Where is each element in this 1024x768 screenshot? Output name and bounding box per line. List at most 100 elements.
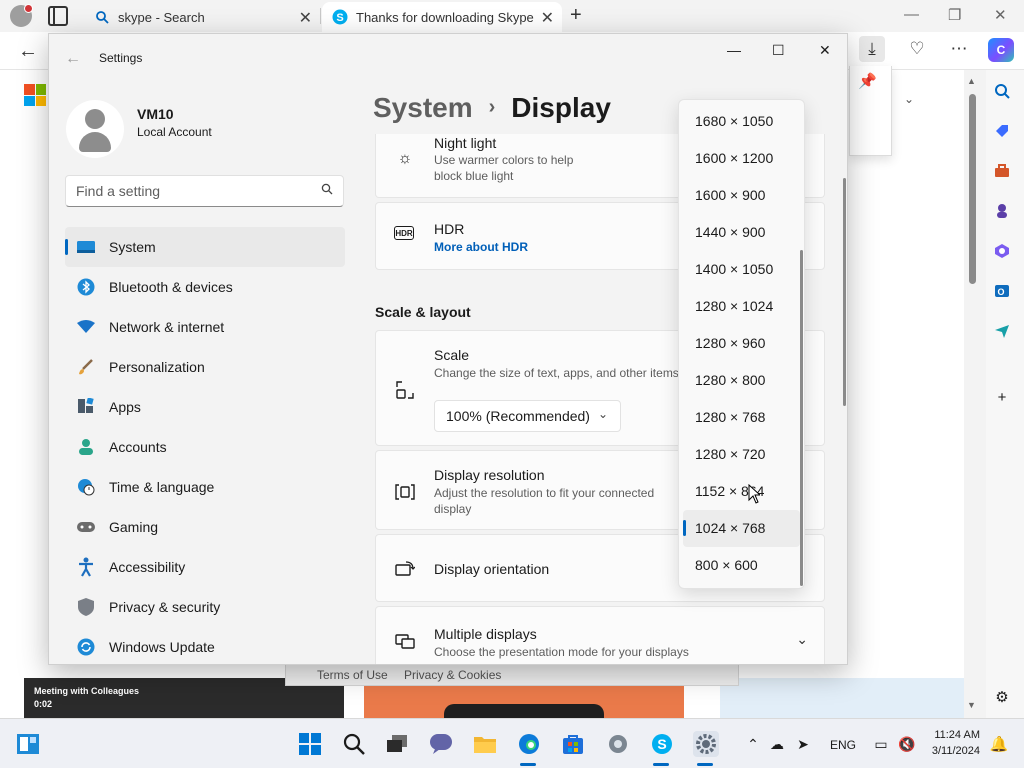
terms-link[interactable]: Terms of Use (317, 668, 388, 682)
chevron-down-icon[interactable]: ⌄ (796, 631, 808, 648)
performance-icon[interactable]: ♡ (904, 36, 930, 62)
resolution-option[interactable]: 1280 × 800 (679, 362, 804, 399)
scale-title: Scale (434, 347, 470, 363)
more-about-hdr-link[interactable]: More about HDR (434, 240, 528, 254)
new-tab-icon[interactable]: + (570, 4, 582, 27)
close-tab-icon[interactable]: ✕ (541, 8, 554, 28)
sidebar-item-gaming[interactable]: Gaming (65, 507, 345, 547)
apps-icon (75, 396, 97, 418)
back-arrow-icon[interactable]: ← (18, 40, 38, 63)
tab-thanks-skype[interactable]: S Thanks for downloading Skype ✕ (322, 2, 562, 32)
edge-icon[interactable] (516, 731, 542, 757)
multiple-displays-icon (394, 631, 416, 653)
more-options-icon[interactable]: ⋯ (946, 36, 972, 62)
network-off-icon[interactable]: ☁ (764, 731, 790, 757)
back-arrow-icon[interactable]: ← (65, 50, 81, 68)
display-icon[interactable]: ▭ (868, 731, 894, 757)
chevron-down-icon[interactable]: ⌄ (904, 92, 914, 106)
resolution-option[interactable]: 1400 × 1050 (679, 251, 804, 288)
office-icon[interactable] (991, 240, 1013, 262)
multiple-displays-card[interactable]: Multiple displays Choose the presentatio… (375, 606, 825, 664)
restore-icon[interactable]: ❐ (948, 6, 961, 24)
maximize-icon[interactable]: ☐ (772, 42, 785, 59)
breadcrumb-separator: › (488, 96, 496, 118)
minimize-icon[interactable]: — (904, 6, 919, 23)
profile-avatar-icon[interactable] (10, 4, 33, 27)
running-indicator (653, 763, 669, 766)
night-light-title: Night light (434, 135, 497, 151)
close-tab-icon[interactable]: ✕ (299, 8, 312, 28)
tab-skype-search[interactable]: skype - Search ✕ (84, 2, 320, 32)
sidebar-item-privacy[interactable]: Privacy & security (65, 587, 345, 627)
resolution-option[interactable]: 1152 × 864 (679, 473, 804, 510)
skype-taskbar-icon[interactable]: S (649, 731, 675, 757)
store-icon[interactable] (560, 731, 586, 757)
sidebar-item-label: Apps (109, 399, 141, 415)
scale-icon (394, 379, 416, 401)
scroll-up-icon[interactable]: ▲ (967, 76, 976, 86)
sidebar-item-apps[interactable]: Apps (65, 387, 345, 427)
outlook-icon[interactable]: O (991, 280, 1013, 302)
resolution-option[interactable]: 1280 × 768 (679, 399, 804, 436)
scale-dropdown[interactable]: 100% (Recommended) ⌄ (434, 400, 621, 432)
sidebar-item-network[interactable]: Network & internet (65, 307, 345, 347)
sidebar-item-personalization[interactable]: Personalization (65, 347, 345, 387)
page-scroll-thumb[interactable] (969, 94, 976, 284)
resolution-option[interactable]: 1440 × 900 (679, 214, 804, 251)
resolution-option[interactable]: 1600 × 900 (679, 177, 804, 214)
chat-icon[interactable] (428, 731, 454, 757)
sidebar-item-time-language[interactable]: Time & language (65, 467, 345, 507)
start-icon[interactable] (297, 731, 323, 757)
send-icon[interactable] (991, 320, 1013, 342)
search-icon[interactable] (341, 731, 367, 757)
close-icon[interactable]: ✕ (819, 42, 831, 59)
notification-icon[interactable]: 🔔 (986, 731, 1012, 757)
sidebar-item-accessibility[interactable]: Accessibility (65, 547, 345, 587)
update-icon (75, 636, 97, 658)
close-icon[interactable]: ✕ (994, 6, 1007, 24)
copilot-icon[interactable]: C (988, 38, 1014, 62)
content-scrollbar[interactable] (843, 178, 846, 406)
tab-label: Thanks for downloading Skype (356, 9, 534, 25)
dropdown-scrollbar[interactable] (800, 250, 803, 586)
shopping-tag-icon[interactable] (991, 120, 1013, 142)
privacy-link[interactable]: Privacy & Cookies (404, 668, 501, 682)
app-tools-icon[interactable] (605, 731, 631, 757)
scroll-down-icon[interactable]: ▼ (967, 700, 976, 710)
wifi-icon (75, 316, 97, 338)
chevron-up-icon[interactable]: ⌃ (740, 731, 766, 757)
resolution-option[interactable]: 800 × 600 (679, 547, 804, 584)
breadcrumb-parent[interactable]: System (373, 92, 473, 123)
resolution-option[interactable]: 1280 × 960 (679, 325, 804, 362)
sidebar-settings-icon[interactable]: ⚙ (991, 686, 1013, 708)
file-explorer-icon[interactable] (472, 731, 498, 757)
download-icon[interactable]: ⤓ (859, 36, 885, 62)
resolution-option[interactable]: 1680 × 1050 (679, 103, 804, 140)
search-icon[interactable] (991, 80, 1013, 102)
clock-date[interactable]: 3/11/2024 (924, 745, 980, 757)
volume-icon[interactable]: 🔇 (894, 731, 920, 757)
sidebar-item-accounts[interactable]: Accounts (65, 427, 345, 467)
minimize-icon[interactable]: — (727, 42, 741, 58)
settings-taskbar-icon[interactable] (693, 731, 719, 757)
language-indicator[interactable]: ENG (830, 738, 856, 752)
resolution-option[interactable]: 1280 × 1024 (679, 288, 804, 325)
find-setting-search[interactable] (65, 175, 344, 207)
games-icon[interactable] (991, 200, 1013, 222)
pin-icon[interactable]: 📌 (858, 72, 877, 90)
add-icon[interactable]: + (991, 386, 1013, 408)
task-view-icon[interactable] (384, 731, 410, 757)
send-icon[interactable]: ➤ (790, 731, 816, 757)
resolution-option-selected[interactable]: 1024 × 768 (683, 510, 800, 547)
resolution-option[interactable]: 1600 × 1200 (679, 140, 804, 177)
resolution-option[interactable]: 1280 × 720 (679, 436, 804, 473)
sidebar-item-windows-update[interactable]: Windows Update (65, 627, 345, 664)
avatar[interactable] (66, 100, 124, 158)
tab-actions-icon[interactable] (48, 6, 68, 26)
widgets-icon[interactable] (15, 731, 41, 757)
tools-icon[interactable] (991, 160, 1013, 182)
search-input[interactable] (76, 183, 306, 199)
clock-time[interactable]: 11:24 AM (924, 729, 980, 741)
sidebar-item-bluetooth[interactable]: Bluetooth & devices (65, 267, 345, 307)
sidebar-item-system[interactable]: System (65, 227, 345, 267)
